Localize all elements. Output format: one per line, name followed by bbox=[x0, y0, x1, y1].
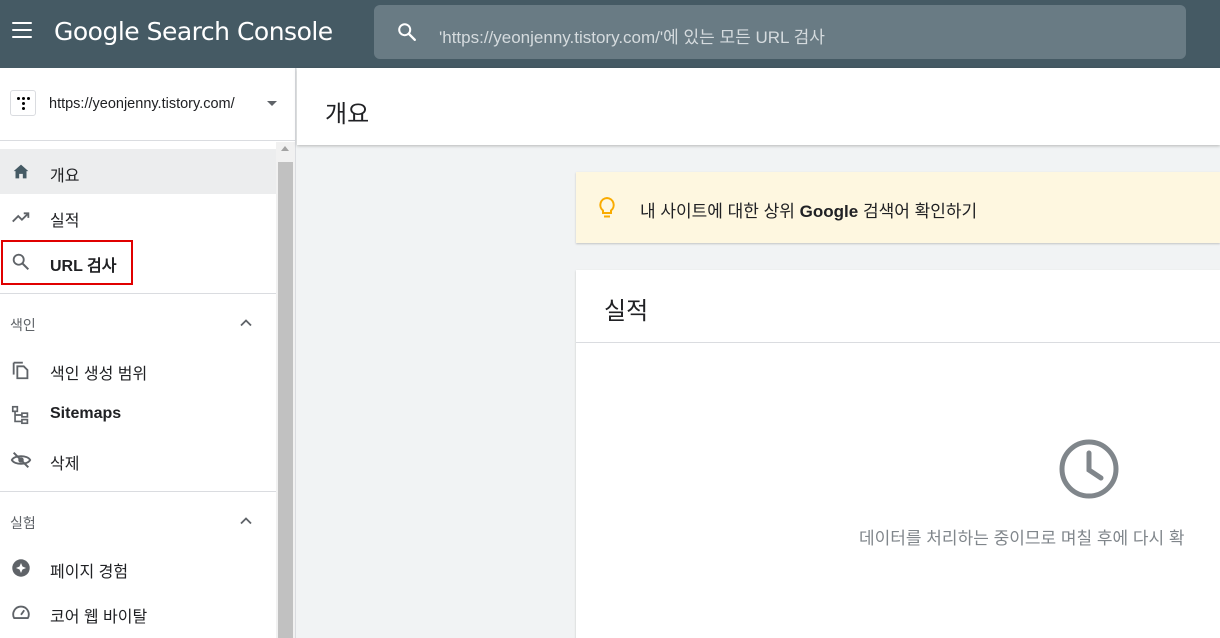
sidebar-item-overview[interactable]: 개요 bbox=[0, 149, 276, 194]
section-index[interactable]: 색인 bbox=[0, 303, 276, 343]
sidebar-item-core-web-vitals[interactable]: 코어 웹 바이탈 bbox=[0, 590, 276, 635]
page-title: 개요 bbox=[325, 101, 370, 128]
speedometer-icon bbox=[12, 605, 30, 619]
hamburger-menu-icon[interactable] bbox=[12, 22, 34, 44]
section-label: 실험 bbox=[10, 515, 36, 531]
trending-up-icon bbox=[12, 212, 30, 223]
section-label: 색인 bbox=[10, 317, 36, 333]
tistory-logo-icon bbox=[10, 90, 36, 116]
property-selector[interactable]: https://yeonjenny.tistory.com/ bbox=[0, 68, 296, 141]
tip-prefix: 내 사이트에 대한 상위 bbox=[640, 202, 800, 221]
divider bbox=[0, 491, 276, 492]
sidebar-item-label: 삭제 bbox=[50, 456, 80, 473]
sidebar-item-removals[interactable]: 삭제 bbox=[0, 437, 276, 482]
scroll-thumb[interactable] bbox=[278, 162, 293, 638]
lightbulb-icon bbox=[599, 196, 615, 218]
search-input[interactable]: 'https://yeonjenny.tistory.com/'에 있는 모든 … bbox=[439, 23, 825, 48]
dropdown-caret-icon[interactable] bbox=[267, 101, 277, 106]
sidebar-item-label: 실적 bbox=[50, 213, 80, 230]
tip-card[interactable]: 내 사이트에 대한 상위 Google 검색어 확인하기 bbox=[576, 172, 1220, 243]
tip-suffix: 검색어 확인하기 bbox=[858, 202, 978, 221]
tip-bold: Google bbox=[799, 202, 859, 221]
star-badge-icon bbox=[12, 559, 30, 577]
sidebar-item-performance[interactable]: 실적 bbox=[0, 194, 276, 239]
url-inspection-search-bar[interactable]: 'https://yeonjenny.tistory.com/'에 있는 모든 … bbox=[374, 5, 1186, 59]
sidebar-item-label: 색인 생성 범위 bbox=[50, 366, 148, 383]
processing-status-text: 데이터를 처리하는 중이므로 며칠 후에 다시 확 bbox=[859, 529, 1185, 548]
app-title[interactable]: Google Search Console bbox=[54, 17, 333, 46]
copy-icon bbox=[12, 361, 29, 380]
sidebar-nav: 개요 실적 URL 검사 색인 색인 생성 범위 Sitemaps 삭제 실험 … bbox=[0, 142, 276, 638]
main-header: 개요 bbox=[297, 68, 1220, 145]
divider bbox=[576, 342, 1220, 343]
performance-card: 실적 데이터를 처리하는 중이므로 며칠 후에 다시 확 bbox=[576, 270, 1220, 638]
clock-icon bbox=[1059, 439, 1119, 499]
top-app-bar: Google Search Console 'https://yeonjenny… bbox=[0, 0, 1220, 68]
home-icon bbox=[13, 164, 29, 179]
sidebar-item-label: 페이지 경험 bbox=[50, 564, 129, 581]
chevron-up-icon[interactable] bbox=[239, 316, 253, 330]
visibility-off-icon bbox=[10, 451, 32, 469]
divider bbox=[0, 293, 276, 294]
sidebar: https://yeonjenny.tistory.com/ 개요 실적 URL… bbox=[0, 68, 296, 638]
sidebar-item-label: 코어 웹 바이탈 bbox=[50, 609, 148, 626]
performance-card-title: 실적 bbox=[604, 298, 649, 325]
chevron-up-icon[interactable] bbox=[239, 514, 253, 528]
annotation-highlight-box bbox=[1, 240, 133, 285]
property-url: https://yeonjenny.tistory.com/ bbox=[49, 96, 235, 112]
section-experiments[interactable]: 실험 bbox=[0, 501, 276, 541]
search-icon bbox=[398, 23, 416, 41]
scroll-up-arrow-icon[interactable] bbox=[281, 146, 289, 151]
tip-text[interactable]: 내 사이트에 대한 상위 Google 검색어 확인하기 bbox=[640, 197, 977, 222]
sidebar-scrollbar[interactable] bbox=[276, 142, 295, 638]
sidebar-item-sitemaps[interactable]: Sitemaps bbox=[0, 392, 276, 437]
sidebar-item-label: 개요 bbox=[50, 168, 80, 185]
sitemap-icon bbox=[11, 405, 29, 425]
sidebar-item-label: Sitemaps bbox=[50, 405, 122, 422]
sidebar-item-page-experience[interactable]: 페이지 경험 bbox=[0, 545, 276, 590]
sidebar-item-coverage[interactable]: 색인 생성 범위 bbox=[0, 347, 276, 392]
